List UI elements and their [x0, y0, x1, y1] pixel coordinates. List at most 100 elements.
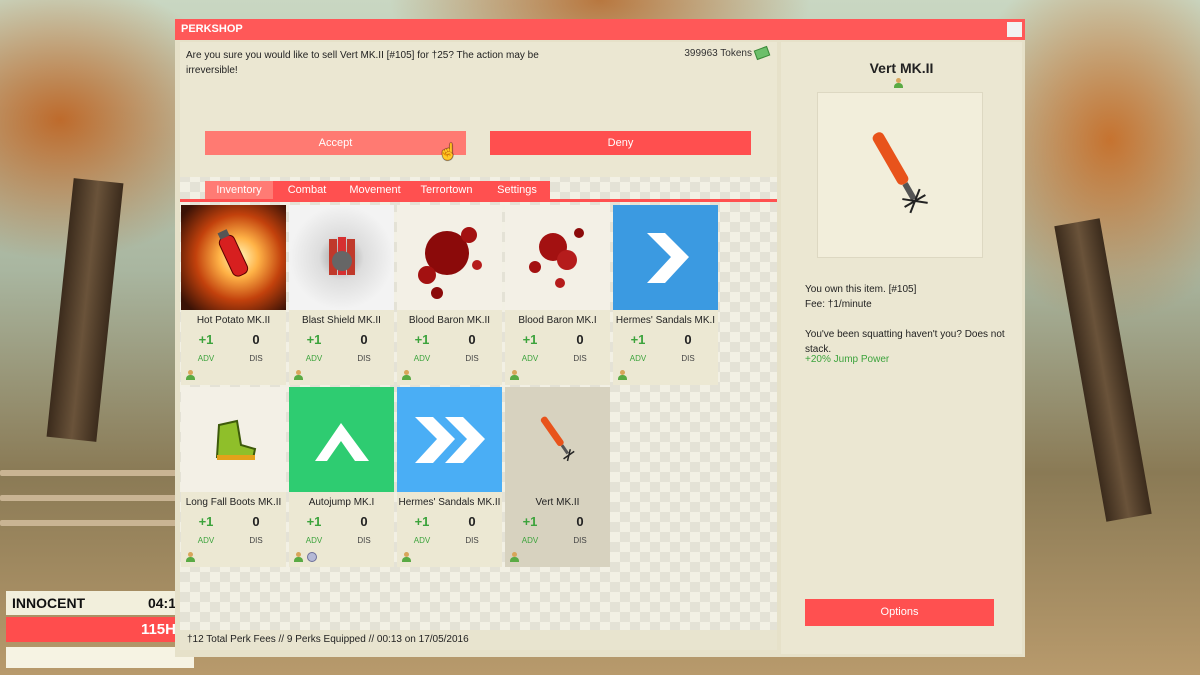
perk-detail-pane: Vert MK.II You own this item. [#105] Fee… [781, 42, 1022, 654]
perk-card-blood-baron-mk1[interactable]: Blood Baron MK.I +1 0 ADV DIS [505, 205, 610, 385]
adv-label: ADV [305, 536, 323, 545]
detail-preview [817, 92, 983, 258]
perk-adv-value: +1 [522, 332, 538, 347]
adv-label: ADV [521, 536, 539, 545]
hud-health-bar: 115H [6, 617, 176, 642]
perk-name: Long Fall Boots MK.II [185, 497, 282, 508]
detail-fee: Fee: †1/minute [805, 299, 872, 310]
perk-card-hermes-sandals-mk1[interactable]: Hermes' Sandals MK.I +1 0 ADV DIS [613, 205, 718, 385]
confirm-message: Are you sure you would like to sell Vert… [186, 50, 539, 76]
mouse-cursor-icon: ☝ [438, 144, 458, 161]
detail-owned: You own this item. [#105] [805, 284, 917, 295]
rocket-icon [872, 132, 928, 214]
hud-role-panel: INNOCENT 04:1 [6, 591, 176, 615]
perk-adv-value: +1 [522, 514, 538, 529]
perk-dis-value: 0 [576, 514, 584, 529]
perk-adv-value: +1 [414, 514, 430, 529]
title-bar[interactable]: PERKSHOP [175, 19, 1025, 40]
blood-splatter-icon [505, 205, 610, 310]
tab-movement[interactable]: Movement [341, 181, 409, 199]
hud-health-value: 115H [140, 621, 176, 638]
adv-label: ADV [197, 536, 215, 545]
dis-label: DIS [573, 536, 587, 545]
adv-label: ADV [413, 536, 431, 545]
sell-confirm-dialog: Are you sure you would like to sell Vert… [180, 42, 777, 177]
perk-adv-value: +1 [306, 514, 322, 529]
close-button[interactable] [1007, 22, 1022, 37]
dis-label: DIS [465, 354, 479, 363]
dynamite-shield-icon [289, 205, 394, 310]
options-button[interactable]: Options [805, 599, 994, 626]
perk-card-vert-mk2[interactable]: Vert MK.II +1 0 ADV DIS [505, 387, 610, 567]
player-icon [294, 370, 303, 380]
perk-dis-value: 0 [360, 514, 368, 529]
tab-settings[interactable]: Settings [484, 181, 550, 199]
status-footer: †12 Total Perk Fees // 9 Perks Equipped … [180, 630, 777, 650]
perk-card-blast-shield-mk2[interactable]: Blast Shield MK.II +1 0 ADV DIS [289, 205, 394, 385]
adv-label: ADV [413, 354, 431, 363]
fence-rail [0, 495, 180, 501]
window-title: PERKSHOP [181, 23, 243, 35]
adv-label: ADV [629, 354, 647, 363]
detail-title: Vert MK.II [869, 60, 934, 76]
inventory-pane: Are you sure you would like to sell Vert… [180, 42, 777, 648]
footer-text: †12 Total Perk Fees // 9 Perks Equipped … [187, 634, 469, 645]
perk-card-hot-potato-mk2[interactable]: Hot Potato MK.II +1 0 ADV DIS [181, 205, 286, 385]
perk-name: Autojump MK.I [308, 497, 375, 508]
dis-label: DIS [357, 536, 371, 545]
perkshop-window: PERKSHOP Are you sure you would like to … [175, 19, 1025, 657]
perk-dis-value: 0 [252, 332, 260, 347]
perk-name: Hermes' Sandals MK.I [615, 315, 716, 326]
dis-label: DIS [465, 536, 479, 545]
perk-name: Hot Potato MK.II [196, 315, 271, 326]
player-icon [510, 370, 519, 380]
player-icon [294, 552, 303, 562]
dis-label: DIS [357, 354, 371, 363]
rocket-icon [505, 387, 610, 492]
player-icon [894, 78, 903, 88]
token-icon [753, 46, 771, 61]
dis-label: DIS [681, 354, 695, 363]
detail-description: You've been squatting haven't you? Does … [805, 329, 1005, 355]
settings-gear-icon [307, 552, 317, 562]
perk-name: Blood Baron MK.I [518, 315, 597, 326]
perk-adv-value: +1 [198, 332, 214, 347]
fence-rail [0, 520, 180, 526]
detail-effect: +20% Jump Power [805, 354, 890, 365]
tab-inventory[interactable]: Inventory [205, 181, 273, 199]
perk-name: Blast Shield MK.II [302, 315, 381, 326]
perk-card-blood-baron-mk2[interactable]: Blood Baron MK.II +1 0 ADV DIS [397, 205, 502, 385]
dis-label: DIS [249, 354, 263, 363]
perk-dis-value: 0 [684, 332, 692, 347]
blood-splatter-icon [397, 205, 502, 310]
tab-combat[interactable]: Combat [273, 181, 341, 199]
perk-name: Blood Baron MK.II [408, 315, 491, 326]
perk-dis-value: 0 [576, 332, 584, 347]
player-icon [618, 370, 627, 380]
accept-button[interactable]: Accept [205, 131, 466, 155]
perk-dis-value: 0 [468, 332, 476, 347]
chevron-right-icon [613, 205, 718, 310]
tab-terrortown[interactable]: Terrortown [409, 181, 484, 199]
perk-card-hermes-sandals-mk2[interactable]: Hermes' Sandals MK.II +1 0 ADV DIS [397, 387, 502, 567]
chevron-up-icon [289, 387, 394, 492]
deny-button[interactable]: Deny [490, 131, 751, 155]
token-balance-text: 399963 Tokens [684, 48, 752, 59]
tree-trunk-right [1054, 218, 1152, 522]
perk-card-autojump-mk1[interactable]: Autojump MK.I +1 0 ADV DIS [289, 387, 394, 567]
adv-label: ADV [305, 354, 323, 363]
player-icon [510, 552, 519, 562]
dis-label: DIS [573, 354, 587, 363]
dis-label: DIS [249, 536, 263, 545]
perk-adv-value: +1 [198, 514, 214, 529]
perk-card-long-fall-boots-mk2[interactable]: Long Fall Boots MK.II +1 0 ADV DIS [181, 387, 286, 567]
perk-name: Vert MK.II [535, 497, 580, 508]
tab-underline [180, 199, 777, 202]
perk-dis-value: 0 [468, 514, 476, 529]
player-icon [186, 370, 195, 380]
hud-role: INNOCENT [12, 595, 86, 611]
token-balance: 399963 Tokens [684, 46, 771, 61]
tree-trunk-left [46, 178, 124, 442]
player-icon [186, 552, 195, 562]
boot-icon [181, 387, 286, 492]
